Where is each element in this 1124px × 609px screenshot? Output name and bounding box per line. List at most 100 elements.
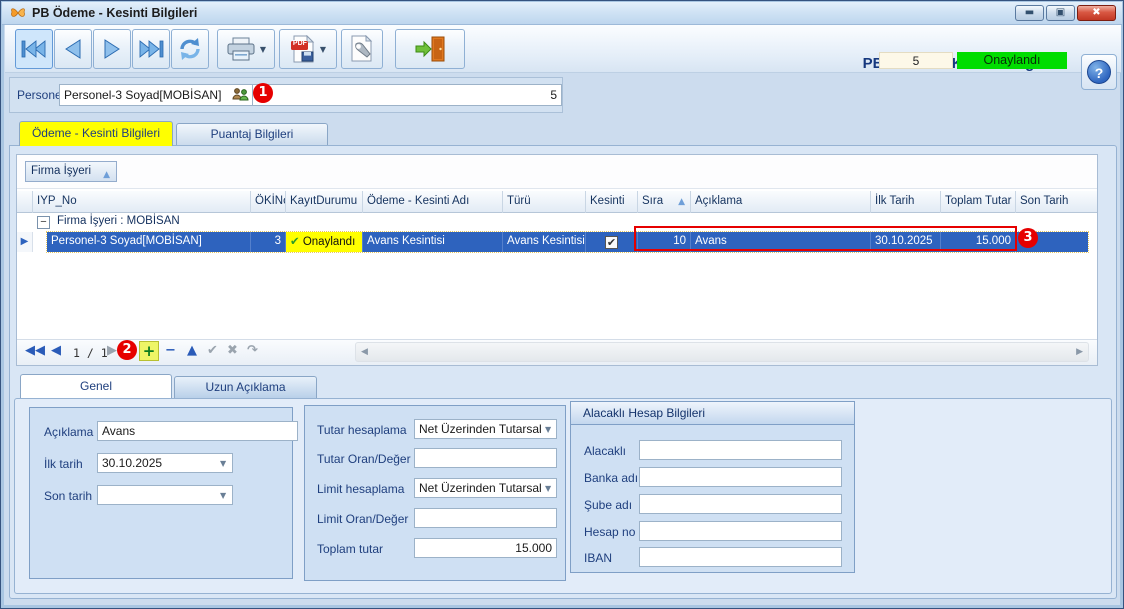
genel-tab-page: Açıklama İlk tarih ▼ Son tarih ▼ Tutar h… [14,398,1112,594]
pager-prev-button[interactable]: ◀ [51,343,61,358]
cell-iyp-no[interactable]: Personel-3 Soyad[MOBİSAN] [47,232,251,252]
scroll-left-icon[interactable]: ◀ [361,347,368,357]
delete-row-button[interactable]: − [165,343,176,358]
banka-adi-input[interactable] [639,467,842,487]
grid-pager: ◀◀ ◀ 1 / 1 ▶ ▶ + − ▲ ✔ ✖ ↷ ◀ ▶ [17,339,1097,365]
alacakli-hesap-box: Alacaklı Hesap Bilgileri Alacaklı Banka … [570,401,855,573]
previous-record-button[interactable] [54,29,92,69]
ilk-tarih-dropdown-icon[interactable]: ▼ [220,459,226,468]
personel-name-input[interactable] [59,84,253,106]
previous-record-icon [62,37,84,61]
refresh-button[interactable] [171,29,209,69]
close-button[interactable]: ✖ [1077,5,1116,21]
first-record-button[interactable] [15,29,53,69]
cancel-edit-button[interactable]: ✖ [227,343,238,358]
son-tarih-dropdown-icon[interactable]: ▼ [220,491,226,500]
pdf-label: PDF [293,40,307,47]
sube-adi-label: Şube adı [584,498,632,512]
help-icon: ? [1087,60,1111,84]
cell-kesinti[interactable]: ✔ [586,232,638,252]
sube-adi-input[interactable] [639,494,842,514]
hesap-no-input[interactable] [639,521,842,541]
genel-form-box: Açıklama İlk tarih ▼ Son tarih ▼ [29,407,293,579]
personel-label: Personel [17,88,64,102]
iban-input[interactable] [639,547,842,567]
exit-button[interactable] [395,29,465,69]
tab-puantaj-bilgileri[interactable]: Puantaj Bilgileri [176,123,328,146]
banka-adi-label: Banka adı [584,471,638,485]
column-header-turu[interactable]: Türü [503,191,586,213]
column-header-kayitdurumu[interactable]: KayıtDurumu [286,191,363,213]
print-icon [226,36,256,62]
tutar-oran-input[interactable] [414,448,557,468]
scroll-right-icon[interactable]: ▶ [1076,347,1083,357]
limit-oran-input[interactable] [414,508,557,528]
group-by-panel: Firma İşyeri ▲ [17,155,1097,189]
tutar-hesaplama-select[interactable] [414,419,557,439]
cell-aciklama[interactable]: Avans [691,232,871,252]
undo-button[interactable]: ↷ [247,343,258,358]
personel-code-input[interactable] [252,84,562,106]
tutar-hesaplama-dropdown-icon[interactable]: ▼ [545,425,551,434]
limit-hesaplama-label: Limit hesaplama [317,482,404,496]
horizontal-scrollbar[interactable]: ◀ ▶ [355,342,1089,362]
save-pdf-button[interactable]: PDF ▼ [279,29,337,69]
limit-hesaplama-select[interactable] [414,478,557,498]
alacakli-input[interactable] [639,440,842,460]
group-row[interactable]: − Firma İşyeri : MOBİSAN [17,213,1097,232]
next-record-button[interactable] [93,29,131,69]
column-header-son-tarih[interactable]: Son Tarih [1016,191,1088,213]
column-header-ilk-tarih[interactable]: İlk Tarih [871,191,941,213]
son-tarih-dropdown[interactable] [97,485,233,505]
ilk-tarih-dropdown[interactable] [97,453,233,473]
column-header-iyp-no[interactable]: IYP_No [33,191,251,213]
column-header-okino[interactable]: ÖKİNo [251,191,286,213]
kesinti-checkbox-checked[interactable]: ✔ [605,236,618,249]
column-header-kesinti[interactable]: Kesinti [586,191,638,213]
pdf-dropdown-arrow[interactable]: ▼ [320,45,326,54]
collapse-group-icon[interactable]: − [37,216,50,229]
report-settings-button[interactable] [341,29,383,69]
tab-uzun-aciklama[interactable]: Uzun Açıklama [174,376,317,398]
app-window: PB Ödeme - Kesinti Bilgileri ▬ ▣ ✖ [0,0,1124,609]
cell-ilk-tarih[interactable]: 30.10.2025 [871,232,941,252]
cell-okino[interactable]: 3 [251,232,286,252]
pager-first-button[interactable]: ◀◀ [25,343,45,358]
help-button[interactable]: ? [1081,54,1117,90]
toolbar: ▼ PDF ▼ [5,25,1121,73]
cell-toplam-tutar[interactable]: 15.000 [941,232,1016,252]
limit-hesaplama-dropdown-icon[interactable]: ▼ [545,484,551,493]
confirm-edit-button[interactable]: ✔ [207,343,218,358]
tab-genel[interactable]: Genel [20,374,172,398]
status-badge: Onaylandı [957,52,1067,69]
minimize-button[interactable]: ▬ [1015,5,1044,21]
header-indicator-cell [17,191,33,213]
column-header-odeme-kesinti-adi[interactable]: Ödeme - Kesinti Adı [363,191,503,213]
add-row-button[interactable]: + [139,341,159,361]
group-by-firma-isyeri-button[interactable]: Firma İşyeri ▲ [25,161,117,182]
edit-row-button[interactable]: ▲ [187,343,197,358]
last-record-button[interactable] [132,29,170,69]
restore-button[interactable]: ▣ [1046,5,1075,21]
tutar-form-box: Tutar hesaplama ▼ Tutar Oran/Değer Limit… [304,405,566,581]
print-dropdown-arrow[interactable]: ▼ [260,45,266,54]
column-header-sira[interactable]: Sıra ▲ [638,191,691,213]
exit-door-icon [414,35,446,63]
aciklama-input[interactable] [97,421,298,441]
cell-sira[interactable]: 10 [638,232,691,252]
personel-lookup-icon[interactable] [232,87,249,102]
table-row[interactable]: ▶ Personel-3 Soyad[MOBİSAN] 3 ✔ Onayland… [17,232,1097,252]
column-header-aciklama[interactable]: Açıklama [691,191,871,213]
print-button[interactable]: ▼ [217,29,275,69]
toplam-tutar-input[interactable] [414,538,557,558]
tab-odeme-kesinti-bilgileri[interactable]: Ödeme - Kesinti Bilgileri [19,121,173,146]
alacakli-hesap-header: Alacaklı Hesap Bilgileri [571,402,854,425]
pager-next-button[interactable]: ▶ [107,343,117,358]
main-tab-page: Firma İşyeri ▲ IYP_No ÖKİNo KayıtDurumu … [9,145,1117,599]
column-header-toplam-tutar[interactable]: Toplam Tutar [941,191,1016,213]
tutar-oran-label: Tutar Oran/Değer [317,452,411,466]
cell-kayitdurumu[interactable]: ✔ Onaylandı [286,232,363,252]
cell-odeme-kesinti-adi[interactable]: Avans Kesintisi [363,232,503,252]
window-title: PB Ödeme - Kesinti Bilgileri [32,6,197,20]
cell-turu[interactable]: Avans Kesintisi [503,232,586,252]
